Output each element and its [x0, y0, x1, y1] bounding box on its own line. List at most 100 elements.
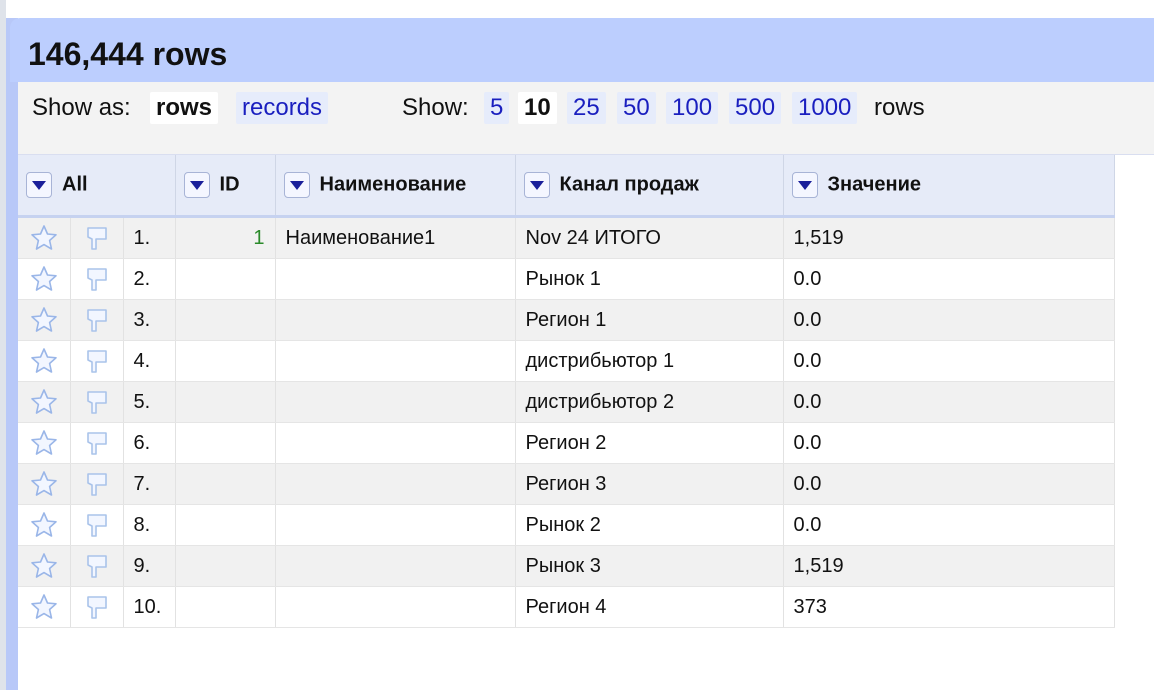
dropdown-arrow-icon[interactable]: [523, 172, 550, 198]
cell-id[interactable]: [175, 299, 276, 341]
star-icon[interactable]: [18, 381, 71, 423]
flag-icon[interactable]: [70, 463, 124, 505]
cell-name[interactable]: [275, 299, 516, 341]
table-row: 9. Рынок 3 1,519: [18, 545, 1115, 587]
page-size-25[interactable]: 25: [567, 92, 606, 124]
page-size-10[interactable]: 10: [518, 92, 557, 124]
cell-channel[interactable]: дистрибьютор 2: [515, 381, 784, 423]
star-icon[interactable]: [18, 504, 71, 546]
row-number: 7.: [123, 463, 176, 505]
left-accent: [6, 18, 18, 690]
page-size-1000[interactable]: 1000: [792, 92, 858, 124]
star-icon[interactable]: [18, 463, 71, 505]
cell-channel[interactable]: Регион 1: [515, 299, 784, 341]
column-header-channel[interactable]: Канал продаж: [515, 155, 784, 218]
star-icon[interactable]: [18, 586, 71, 628]
star-icon[interactable]: [18, 216, 71, 259]
flag-icon[interactable]: [70, 586, 124, 628]
dropdown-arrow-icon[interactable]: [283, 172, 310, 198]
row-number: 2.: [123, 258, 176, 300]
cell-value[interactable]: 0.0: [783, 340, 1115, 382]
cell-channel[interactable]: Регион 3: [515, 463, 784, 505]
cell-name[interactable]: [275, 381, 516, 423]
cell-name[interactable]: [275, 340, 516, 382]
cell-value[interactable]: 0.0: [783, 463, 1115, 505]
cell-name[interactable]: [275, 545, 516, 587]
star-icon[interactable]: [18, 299, 71, 341]
cell-name[interactable]: [275, 422, 516, 464]
cell-id[interactable]: [175, 504, 276, 546]
show-as-label: Show as:: [32, 94, 131, 121]
cell-value[interactable]: 0.0: [783, 381, 1115, 423]
cell-id[interactable]: [175, 340, 276, 382]
cell-id[interactable]: [175, 586, 276, 628]
cell-value[interactable]: 0.0: [783, 258, 1115, 300]
cell-name[interactable]: [275, 586, 516, 628]
cell-channel[interactable]: Регион 2: [515, 422, 784, 464]
left-strip: [0, 0, 18, 690]
table-row: 5. дистрибьютор 2 0.0: [18, 381, 1115, 423]
cell-channel[interactable]: дистрибьютор 1: [515, 340, 784, 382]
cell-name[interactable]: Наименование1: [275, 216, 516, 259]
star-icon[interactable]: [18, 545, 71, 587]
page-size-500[interactable]: 500: [729, 92, 782, 124]
show-as-records[interactable]: records: [236, 92, 329, 124]
star-icon[interactable]: [18, 422, 71, 464]
flag-icon[interactable]: [70, 216, 124, 259]
page-size-5[interactable]: 5: [484, 92, 510, 124]
flag-icon[interactable]: [70, 504, 124, 546]
cell-channel[interactable]: Рынок 1: [515, 258, 784, 300]
cell-id[interactable]: [175, 381, 276, 423]
cell-channel[interactable]: Nov 24 ИТОГО: [515, 216, 784, 259]
row-number: 3.: [123, 299, 176, 341]
cell-id[interactable]: [175, 545, 276, 587]
row-number: 5.: [123, 381, 176, 423]
table-row: 3. Регион 1 0.0: [18, 299, 1115, 341]
row-number: 9.: [123, 545, 176, 587]
table-row: 2. Рынок 1 0.0: [18, 258, 1115, 300]
cell-value[interactable]: 0.0: [783, 299, 1115, 341]
cell-id[interactable]: [175, 463, 276, 505]
cell-name[interactable]: [275, 258, 516, 300]
star-icon[interactable]: [18, 340, 71, 382]
cell-channel[interactable]: Регион 4: [515, 586, 784, 628]
show-as-rows[interactable]: rows: [150, 92, 219, 124]
column-header-all[interactable]: All: [18, 155, 176, 218]
row-number: 10.: [123, 586, 176, 628]
row-count-title: 146,444 rows: [28, 36, 228, 72]
cell-name[interactable]: [275, 463, 516, 505]
table-row: 6. Регион 2 0.0: [18, 422, 1115, 464]
cell-value[interactable]: 1,519: [783, 216, 1115, 259]
cell-value[interactable]: 373: [783, 586, 1115, 628]
dropdown-arrow-icon[interactable]: [791, 172, 818, 198]
cell-channel[interactable]: Рынок 2: [515, 504, 784, 546]
cell-channel[interactable]: Рынок 3: [515, 545, 784, 587]
cell-id[interactable]: [175, 422, 276, 464]
cell-id[interactable]: [175, 258, 276, 300]
cell-id[interactable]: 1: [175, 216, 276, 259]
page-size-50[interactable]: 50: [617, 92, 656, 124]
row-number: 1.: [123, 216, 176, 259]
flag-icon[interactable]: [70, 381, 124, 423]
panel-header: 146,444 rows: [10, 18, 1154, 82]
column-header-id[interactable]: ID: [175, 155, 276, 218]
dropdown-arrow-icon[interactable]: [183, 172, 210, 198]
flag-icon[interactable]: [70, 299, 124, 341]
view-controls: Show as: rows records Show: 5 10 25 50 1…: [18, 82, 1154, 155]
flag-icon[interactable]: [70, 422, 124, 464]
cell-value[interactable]: 0.0: [783, 422, 1115, 464]
flag-icon[interactable]: [70, 545, 124, 587]
column-header-value[interactable]: Значение: [783, 155, 1115, 218]
page-size-100[interactable]: 100: [666, 92, 719, 124]
cell-name[interactable]: [275, 504, 516, 546]
flag-icon[interactable]: [70, 340, 124, 382]
flag-icon[interactable]: [70, 258, 124, 300]
row-number: 6.: [123, 422, 176, 464]
cell-value[interactable]: 0.0: [783, 504, 1115, 546]
dropdown-arrow-icon[interactable]: [26, 172, 52, 198]
column-header-name[interactable]: Наименование: [275, 155, 516, 218]
table-row: 1. 1 Наименование1 Nov 24 ИТОГО 1,519: [18, 216, 1115, 259]
row-number: 4.: [123, 340, 176, 382]
star-icon[interactable]: [18, 258, 71, 300]
cell-value[interactable]: 1,519: [783, 545, 1115, 587]
